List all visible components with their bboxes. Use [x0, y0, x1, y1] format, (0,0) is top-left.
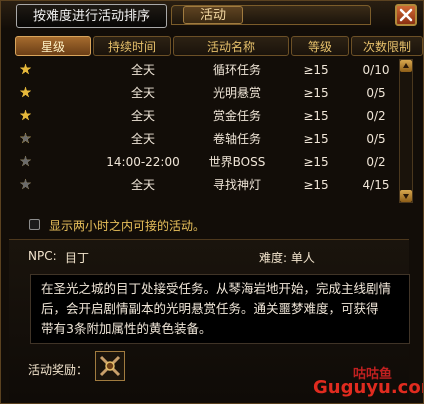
activity-list: ★ ★ ★ ★ ★ 全天 循环任务 ≥15 0/10 ★ ★ ★ ★ ★ 全天 光明悬赏 ≥15 0/5 ★ ★ ★ ★ ★… — [15, 59, 395, 203]
star-icon: ★ — [19, 131, 32, 147]
row-level: ≥15 — [303, 132, 329, 146]
row-level: ≥15 — [303, 109, 329, 123]
sword-icon — [99, 355, 121, 377]
row-duration: 全天 — [130, 86, 155, 100]
row-duration: 全天 — [130, 109, 155, 123]
row-activity-name: 世界BOSS — [208, 155, 266, 169]
column-stars[interactable]: 星级 — [15, 36, 91, 56]
activity-row[interactable]: ★ ★ ★ ★ ★ 全天 循环任务 ≥15 0/10 — [15, 59, 395, 81]
description-box: 在圣光之城的目丁处接受任务。从琴海岩地开始，完成主线剧情 后，会开启剧情副本的光… — [30, 274, 410, 344]
description-line: 带有3条附加属性的黄色装备。 — [41, 321, 212, 336]
column-activity-name[interactable]: 活动名称 — [173, 36, 289, 56]
activity-list-scrollbar[interactable] — [399, 59, 413, 203]
two-hours-checkbox-label: 显示两小时之内可接的活动。 — [49, 219, 206, 233]
column-level[interactable]: 等级 — [291, 36, 349, 56]
row-activity-name: 寻找神灯 — [212, 178, 261, 192]
difficulty-caption: 难度: — [259, 251, 288, 265]
row-activity-name: 卷轴任务 — [212, 132, 261, 146]
description-line: 在圣光之城的目丁处接受任务。从琴海岩地开始，完成主线剧情 — [41, 281, 392, 296]
reward-label: 活动奖励： — [28, 363, 89, 377]
star-icon: ★ — [19, 108, 32, 124]
activity-row[interactable]: ★ ★ ★ ★ ★ 全天 寻找神灯 ≥15 4/15 — [15, 174, 395, 196]
row-duration: 全天 — [130, 132, 155, 146]
row-activity-name: 赏金任务 — [212, 109, 261, 123]
activity-window: 按难度进行活动排序 活动 星级 持续时间 活动名称 等级 次数限制 ★ ★ ★ ★ ★ 全… — [0, 0, 424, 404]
row-duration: 全天 — [130, 63, 155, 77]
npc-label: NPC: — [28, 249, 57, 263]
reward-item-icon[interactable] — [95, 351, 125, 381]
arrow-up-icon — [403, 63, 409, 68]
row-level: ≥15 — [303, 63, 329, 77]
activity-row[interactable]: ★ ★ ★ ★ ★ 14:00-22:00 世界BOSS ≥15 0/2 — [15, 151, 395, 173]
watermark-logo-text: Guguyu.com — [313, 377, 423, 398]
column-limit[interactable]: 次数限制 — [351, 36, 423, 56]
sort-by-difficulty-button[interactable]: 按难度进行活动排序 — [16, 4, 167, 28]
star-icon: ★ — [19, 85, 32, 101]
star-icon: ★ — [19, 154, 32, 170]
star-icon: ★ — [19, 177, 32, 193]
row-activity-name: 光明悬赏 — [212, 86, 261, 100]
difficulty-value: 单人 — [290, 251, 315, 265]
window-title: 活动 — [183, 6, 243, 24]
activity-row[interactable]: ★ ★ ★ ★ ★ 全天 赏金任务 ≥15 0/2 — [15, 105, 395, 127]
arrow-down-icon — [403, 194, 409, 199]
row-activity-name: 循环任务 — [212, 63, 261, 77]
npc-name: 目丁 — [65, 251, 90, 265]
column-duration[interactable]: 持续时间 — [93, 36, 171, 56]
close-button[interactable] — [395, 4, 417, 26]
close-icon — [399, 8, 413, 22]
row-duration: 全天 — [130, 178, 155, 192]
activity-row[interactable]: ★ ★ ★ ★ ★ 全天 卷轴任务 ≥15 0/5 — [15, 128, 395, 150]
description-text: 在圣光之城的目丁处接受任务。从琴海岩地开始，完成主线剧情 后，会开启剧情副本的光… — [41, 279, 401, 339]
star-icon: ★ — [19, 62, 32, 78]
row-level: ≥15 — [303, 155, 329, 169]
site-watermark: 咕咕鱼 Guguyu.com — [313, 363, 423, 403]
row-level: ≥15 — [303, 178, 329, 192]
activity-row[interactable]: ★ ★ ★ ★ ★ 全天 光明悬赏 ≥15 0/5 — [15, 82, 395, 104]
scroll-down-button[interactable] — [400, 190, 412, 202]
difficulty-label: 难度: 单人 — [259, 249, 315, 266]
two-hours-checkbox[interactable] — [29, 219, 40, 230]
table-header: 星级 持续时间 活动名称 等级 次数限制 — [15, 36, 423, 56]
scroll-up-button[interactable] — [400, 60, 412, 72]
row-level: ≥15 — [303, 86, 329, 100]
row-duration: 14:00-22:00 — [106, 155, 180, 169]
description-line: 后，会开启剧情副本的光明悬赏任务。通关噩梦难度，可获得 — [41, 301, 379, 316]
